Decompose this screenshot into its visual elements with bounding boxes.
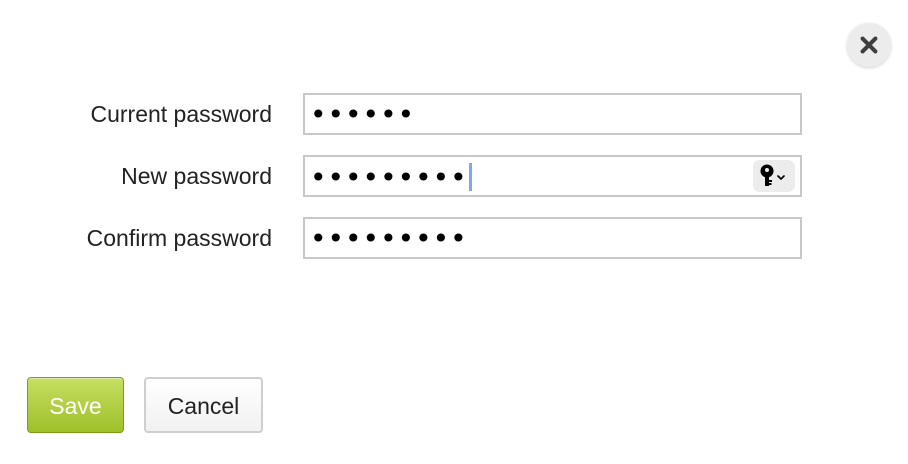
close-button[interactable] — [847, 23, 891, 67]
chevron-down-icon — [777, 175, 785, 180]
new-password-value-wrapper: ••••••••• — [310, 163, 472, 192]
current-password-label: Current password — [90, 101, 272, 127]
text-caret — [468, 163, 472, 191]
current-password-row: Current password •••••• — [0, 93, 908, 135]
confirm-password-field[interactable]: ••••••••• — [303, 217, 802, 259]
new-password-row: New password ••••••••• — [0, 155, 908, 197]
confirm-password-value: ••••••••• — [310, 222, 468, 255]
new-password-field[interactable]: ••••••••• — [303, 155, 802, 197]
key-icon — [757, 162, 791, 190]
cancel-button[interactable]: Cancel — [144, 377, 263, 433]
new-password-label: New password — [121, 163, 272, 189]
confirm-password-row: Confirm password ••••••••• — [0, 217, 908, 259]
current-password-field[interactable]: •••••• — [303, 93, 802, 135]
password-key-button[interactable] — [753, 160, 795, 192]
new-password-value: ••••••••• — [310, 161, 468, 194]
confirm-password-label: Confirm password — [86, 225, 272, 251]
close-icon — [858, 34, 880, 56]
save-button[interactable]: Save — [27, 377, 124, 433]
current-password-value: •••••• — [310, 98, 416, 131]
